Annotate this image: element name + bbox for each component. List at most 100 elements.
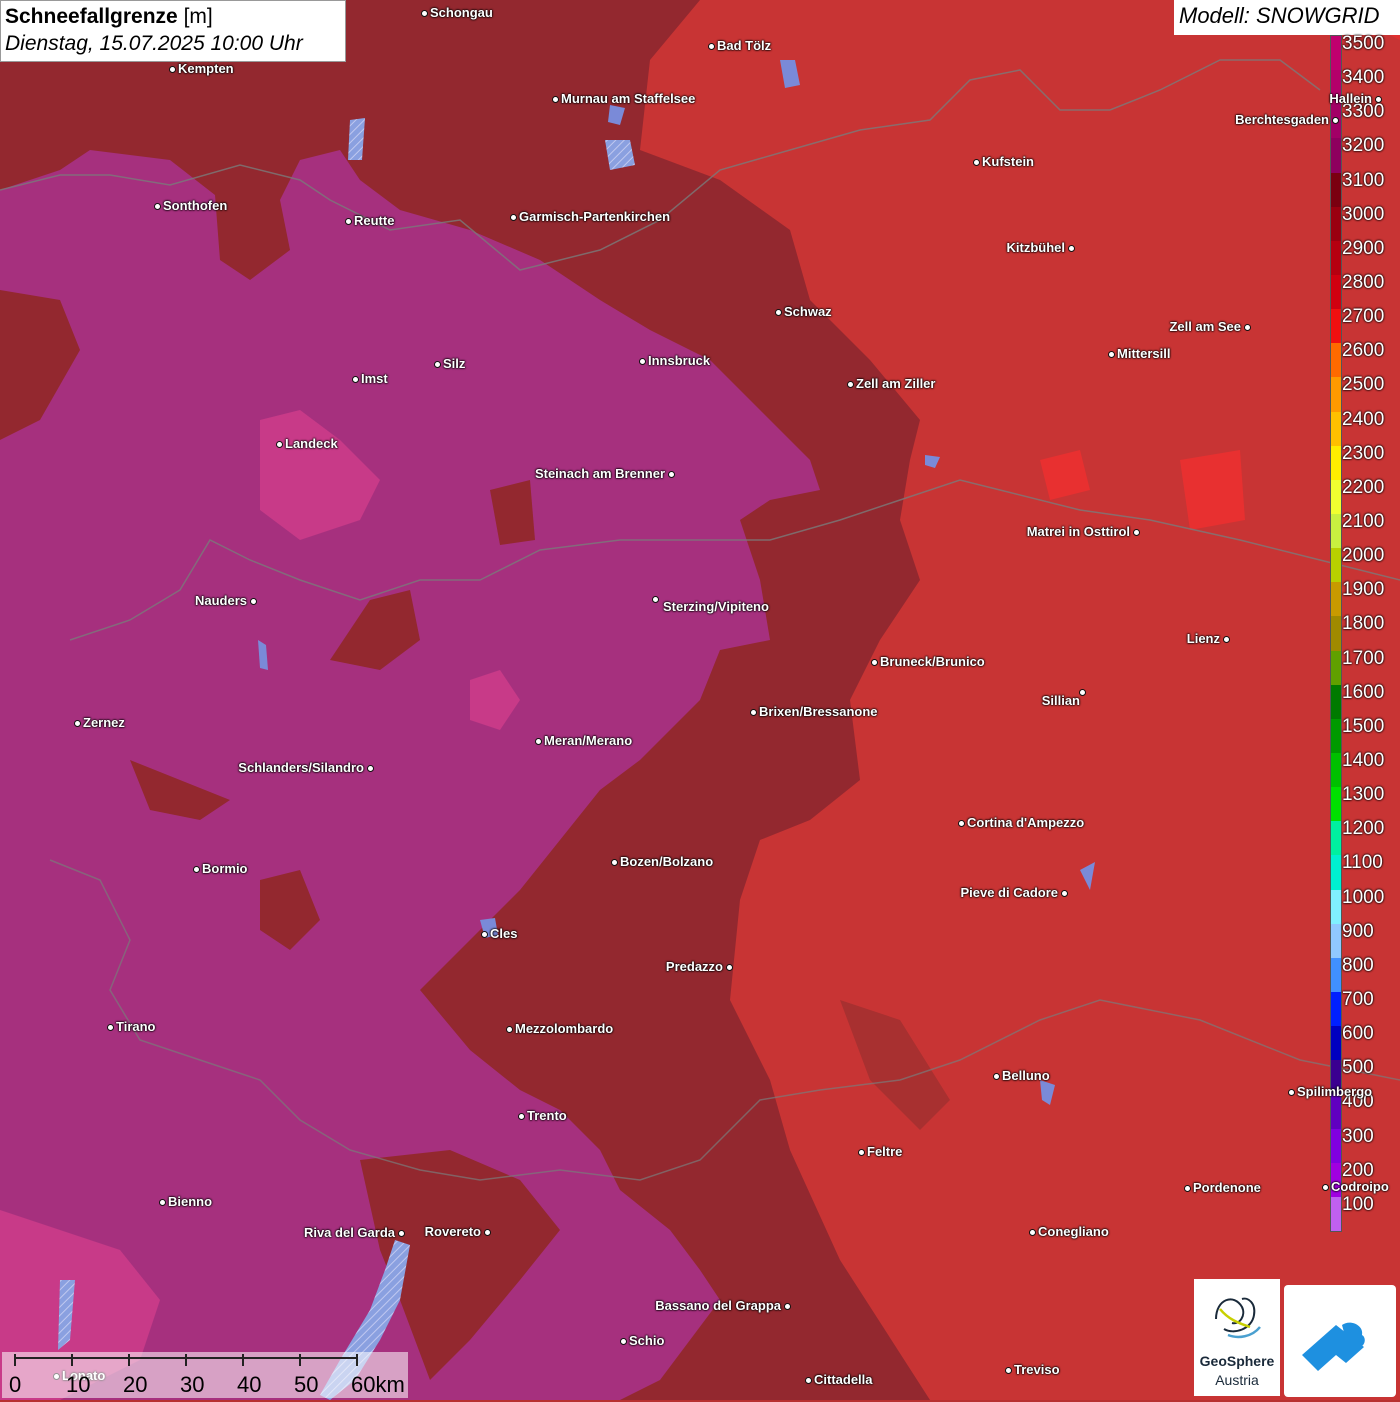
city-marker xyxy=(275,440,283,448)
city-marker xyxy=(1183,1184,1191,1192)
city-marker xyxy=(397,1229,405,1237)
legend-label: 1500 xyxy=(1342,715,1385,737)
legend-swatch xyxy=(1331,684,1341,720)
legend-swatch xyxy=(1331,821,1341,856)
city-label: Garmisch-Partenkirchen xyxy=(519,209,671,224)
city-marker xyxy=(366,764,374,772)
city-label: Rovereto xyxy=(424,1224,481,1239)
legend-label: 3000 xyxy=(1342,203,1385,225)
title-unit: [m] xyxy=(183,5,213,28)
legend-swatch xyxy=(1331,445,1341,481)
app-logo-icon xyxy=(1302,1322,1365,1371)
legend-color-bar xyxy=(1330,35,1342,1232)
city-marker xyxy=(957,819,965,827)
legend-swatch xyxy=(1331,1196,1341,1232)
legend-label: 1600 xyxy=(1342,681,1385,703)
city-marker xyxy=(192,865,200,873)
city-label: Steinach am Brenner xyxy=(534,466,665,481)
city-label: Bassano del Grappa xyxy=(655,1298,781,1313)
city-label: Sterzing/Vipiteno xyxy=(663,599,769,614)
city-marker xyxy=(1028,1228,1036,1236)
legend-label: 1200 xyxy=(1342,818,1385,840)
city-label: Cles xyxy=(490,926,518,941)
city-marker xyxy=(168,65,176,73)
scale-label: 20 xyxy=(123,1372,148,1397)
city-label: Innsbruck xyxy=(648,353,711,368)
legend-swatch xyxy=(1331,616,1341,652)
city-label: Landeck xyxy=(285,436,338,451)
city-label: Predazzo xyxy=(665,959,723,974)
city-label: Cortina d'Ampezzo xyxy=(967,815,1085,830)
city-marker xyxy=(249,597,257,605)
legend-swatch xyxy=(1331,138,1341,174)
city-label: Berchtesgaden xyxy=(1235,112,1329,127)
city-label: Feltre xyxy=(867,1144,903,1159)
legend-swatch xyxy=(1331,1128,1341,1164)
legend-label: 500 xyxy=(1342,1057,1374,1079)
city-label: Cittadella xyxy=(814,1372,873,1387)
city-marker xyxy=(420,9,428,17)
city-label: Schio xyxy=(629,1333,665,1348)
city-label: Kufstein xyxy=(982,154,1034,169)
city-label: Lienz xyxy=(1186,631,1220,646)
city-label: Hallein xyxy=(1329,91,1372,106)
city-marker xyxy=(73,719,81,727)
city-marker xyxy=(804,1376,812,1384)
legend-label: 3500 xyxy=(1342,33,1385,54)
legend-label: 2300 xyxy=(1342,442,1385,464)
city-marker xyxy=(1132,528,1140,536)
legend-swatch xyxy=(1331,650,1341,686)
geosphere-logo-line2: Austria xyxy=(1215,1372,1259,1388)
zone-bright-red-east-2 xyxy=(1180,450,1245,530)
model-label: Modell: SNOWGRID xyxy=(1174,0,1400,35)
city-label: Pieve di Cadore xyxy=(960,885,1058,900)
legend-label: 100 xyxy=(1342,1193,1374,1215)
legend-label: 700 xyxy=(1342,989,1374,1010)
city-label: Codroipo xyxy=(1331,1179,1389,1194)
app-logo[interactable] xyxy=(1284,1285,1396,1397)
city-marker xyxy=(749,708,757,716)
scale-bar: 0 10 20 30 40 50 60km xyxy=(2,1352,408,1398)
scale-label: 0 xyxy=(9,1372,22,1397)
city-label: Spilimbergo xyxy=(1297,1084,1373,1099)
legend-label: 2800 xyxy=(1342,272,1385,293)
scale-label: 10 xyxy=(66,1372,91,1397)
geosphere-logo[interactable]: GeoSphere Austria xyxy=(1194,1279,1280,1396)
city-label: Zell am Ziller xyxy=(856,376,936,391)
city-label: Tirano xyxy=(116,1019,156,1034)
legend-swatch xyxy=(1331,992,1341,1027)
legend-swatch xyxy=(1331,343,1341,378)
city-label: Belluno xyxy=(1002,1068,1050,1083)
lake-chiemsee xyxy=(605,140,635,170)
city-marker xyxy=(509,213,517,221)
legend-swatch xyxy=(1331,957,1341,993)
legend-label: 1000 xyxy=(1342,886,1385,908)
city-label: Sillian xyxy=(1041,693,1080,708)
city-marker xyxy=(707,42,715,50)
color-legend: 3500 3400 3300 3200 3100 3000 2900 2800 2700 2600… xyxy=(1330,33,1400,1233)
legend-label: 600 xyxy=(1342,1023,1374,1045)
city-marker xyxy=(351,375,359,383)
city-label: Bozen/Bolzano xyxy=(620,854,714,869)
city-label: Kempten xyxy=(178,61,234,76)
legend-swatch xyxy=(1331,548,1341,583)
legend-swatch xyxy=(1331,753,1341,788)
city-label: Mittersill xyxy=(1117,346,1171,361)
city-label: Mezzolombardo xyxy=(515,1021,614,1036)
city-marker xyxy=(1287,1088,1295,1096)
legend-label: 1400 xyxy=(1342,750,1385,771)
legend-label: 2600 xyxy=(1342,340,1385,362)
legend-swatch xyxy=(1331,377,1341,413)
city-marker xyxy=(725,963,733,971)
legend-swatch xyxy=(1331,172,1341,208)
legend-swatch xyxy=(1331,479,1341,515)
legend-label: 2000 xyxy=(1342,545,1385,567)
city-marker xyxy=(1060,889,1068,897)
city-label: Reutte xyxy=(354,213,395,228)
map-title-box: Schneefallgrenze [m] Dienstag, 15.07.202… xyxy=(0,0,346,62)
city-marker xyxy=(846,380,854,388)
city-marker xyxy=(651,595,659,603)
city-marker xyxy=(783,1302,791,1310)
legend-label: 1900 xyxy=(1342,579,1385,601)
legend-swatch xyxy=(1331,240,1341,276)
